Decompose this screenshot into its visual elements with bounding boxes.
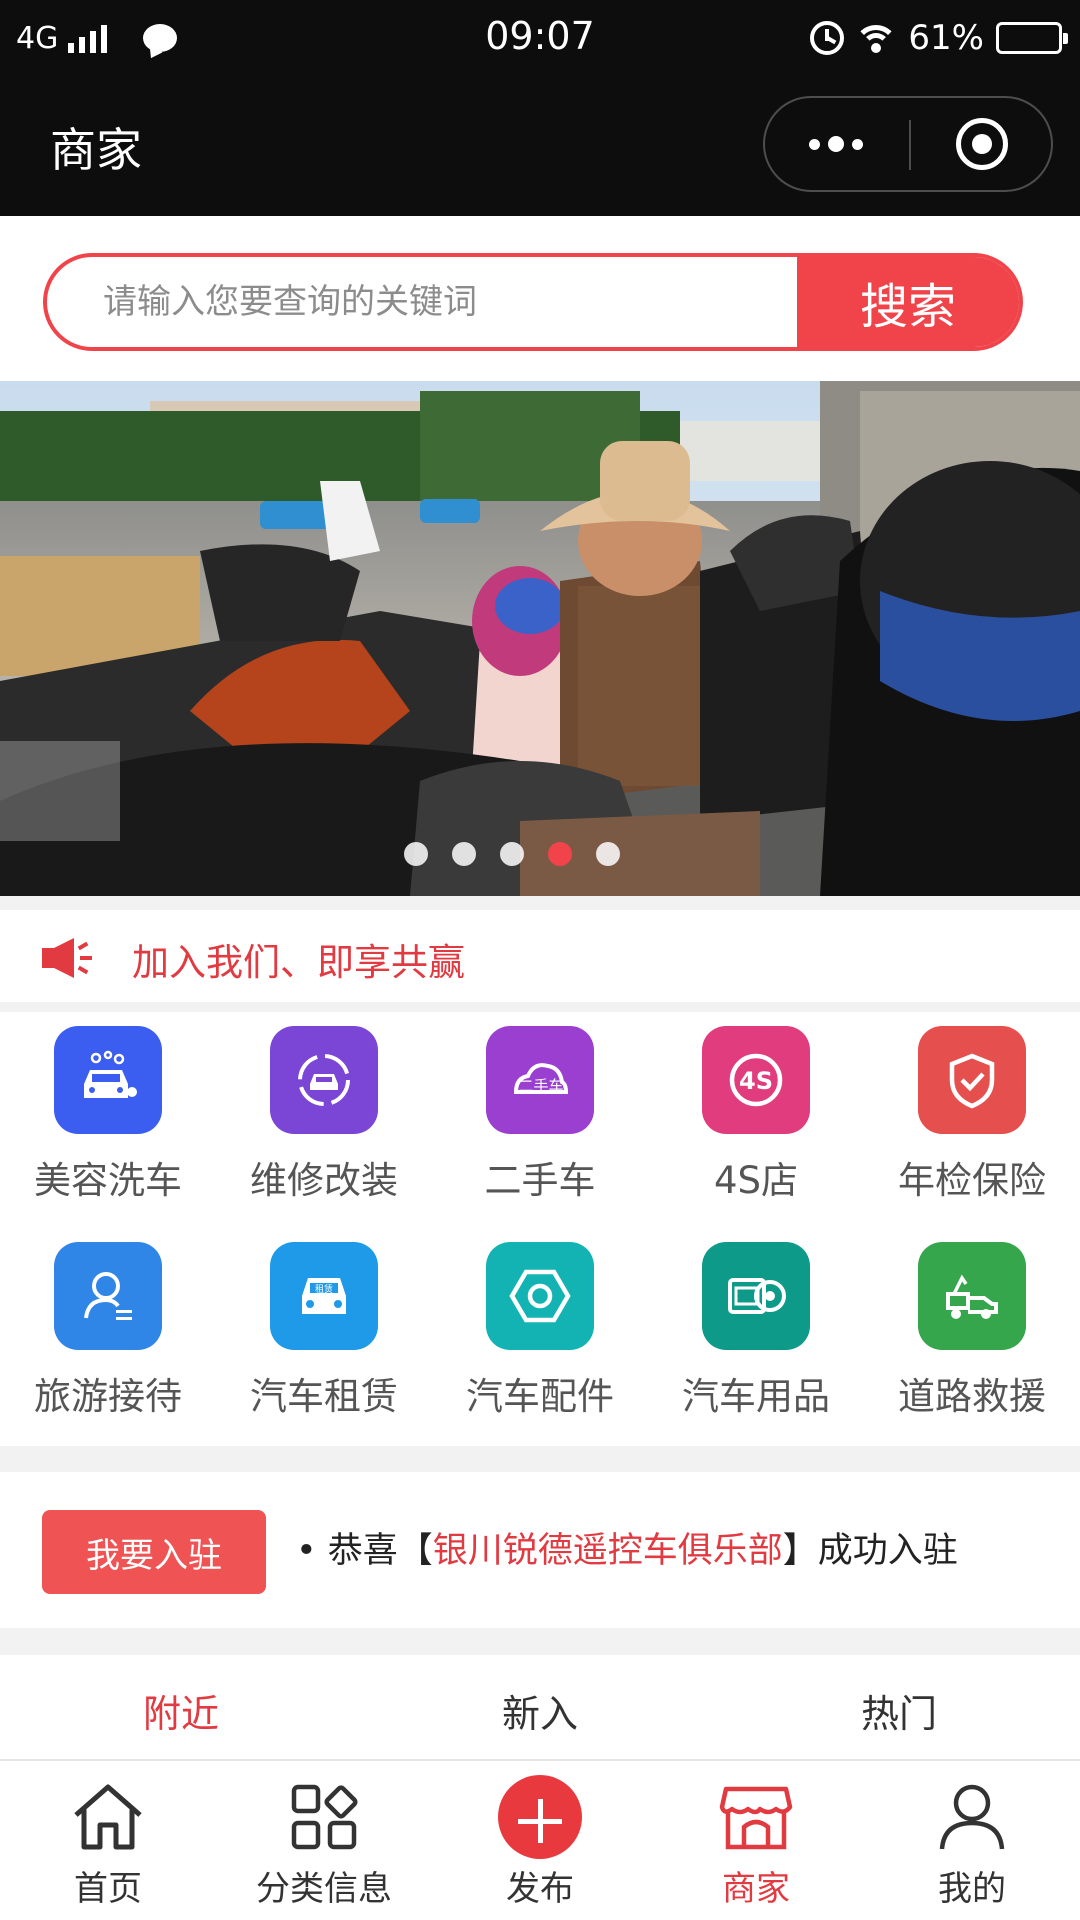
battery-percent: 61%	[908, 18, 984, 58]
category-label: 4S店	[713, 1159, 799, 1202]
bottom-tab-category[interactable]: 分类信息	[216, 1761, 432, 1920]
bottom-tab-bar: 首页 分类信息 发布 商家 我的	[0, 1759, 1080, 1920]
more-dot-icon	[828, 136, 844, 152]
megaphone-icon	[42, 938, 92, 978]
merchant-tabs: 附近 新入 热门	[0, 1655, 1080, 1759]
notice-bar[interactable]: 加入我们、即享共赢	[0, 910, 1080, 1002]
bottom-tab-label: 我的	[938, 1869, 1006, 1909]
plus-icon	[518, 1799, 562, 1843]
bottom-tab-label: 商家	[722, 1869, 790, 1909]
category-label: 旅游接待	[34, 1375, 182, 1418]
tab-popular[interactable]: 热门	[799, 1683, 999, 1738]
shield-check-icon	[918, 1026, 1026, 1134]
category-label: 道路救援	[898, 1375, 1046, 1418]
car-supplies-icon	[702, 1242, 810, 1350]
battery-icon	[996, 22, 1068, 54]
category-label: 汽车用品	[682, 1375, 830, 1418]
bottom-tab-label: 分类信息	[256, 1869, 392, 1909]
category-item[interactable]: 年检保险	[864, 1012, 1080, 1212]
category-label: 美容洗车	[34, 1159, 182, 1202]
close-miniprogram-button[interactable]	[911, 98, 1053, 190]
more-dot-icon	[809, 138, 820, 150]
category-item[interactable]: 汽车配件	[432, 1228, 648, 1428]
category-label: 二手车	[484, 1159, 596, 1202]
status-bar: 4G 09:07 61%	[0, 0, 1080, 76]
join-button[interactable]: 我要入驻	[42, 1510, 266, 1594]
car-repair-icon	[270, 1026, 378, 1134]
bottom-tab-label: 发布	[506, 1869, 574, 1909]
tab-new[interactable]: 新入	[440, 1683, 640, 1738]
category-label: 汽车配件	[466, 1375, 614, 1418]
miniprogram-capsule	[763, 96, 1053, 192]
home-icon	[74, 1784, 142, 1850]
bottom-tab-home[interactable]: 首页	[0, 1761, 216, 1920]
target-circle-icon	[956, 118, 1008, 170]
wifi-icon	[856, 21, 897, 55]
category-item[interactable]: 旅游接待	[0, 1228, 216, 1428]
announcement-prefix: • 恭喜【	[296, 1531, 433, 1571]
category-item[interactable]: 4S 4S店	[648, 1012, 864, 1212]
search-box: 搜索	[43, 253, 1023, 351]
category-item[interactable]: 美容洗车	[0, 1012, 216, 1212]
banner-carousel[interactable]	[0, 381, 1080, 896]
more-menu-button[interactable]	[765, 98, 907, 190]
announcement-suffix: 】成功入驻	[782, 1531, 958, 1571]
carousel-dot[interactable]	[452, 842, 476, 866]
category-item[interactable]: 二手车 二手车	[432, 1012, 648, 1212]
category-label: 维修改装	[250, 1159, 398, 1202]
carousel-dot[interactable]	[548, 842, 572, 866]
announcement-merchant[interactable]: 银川锐德遥控车俱乐部	[433, 1531, 783, 1571]
nav-bar: 商家	[0, 76, 1080, 216]
search-input[interactable]	[103, 257, 793, 347]
carousel-dot[interactable]	[404, 842, 428, 866]
app-screen: 4G 09:07 61% 商家 请输入您要查询的关键词 搜索 加入我们、即享共赢…	[0, 0, 1080, 1920]
category-item[interactable]: 维修改装	[216, 1012, 432, 1212]
car-rental-icon: 租赁	[270, 1242, 378, 1350]
tow-truck-icon	[918, 1242, 1026, 1350]
carousel-dot[interactable]	[500, 842, 524, 866]
category-label: 年检保险	[898, 1159, 1046, 1202]
svg-text:二手车: 二手车	[518, 1077, 563, 1095]
bottom-tab-label: 首页	[74, 1869, 142, 1909]
alarm-icon	[810, 21, 845, 55]
tour-guide-icon	[54, 1242, 162, 1350]
join-announcement: • 恭喜【银川锐德遥控车俱乐部】成功入驻	[296, 1522, 958, 1573]
join-section: 我要入驻 • 恭喜【银川锐德遥控车俱乐部】成功入驻	[0, 1472, 1080, 1628]
carousel-dot[interactable]	[596, 842, 620, 866]
hex-nut-icon	[486, 1242, 594, 1350]
tab-nearby[interactable]: 附近	[81, 1683, 281, 1738]
used-car-icon: 二手车	[486, 1026, 594, 1134]
search-button[interactable]: 搜索	[797, 257, 1019, 347]
page-title: 商家	[50, 123, 142, 177]
category-item[interactable]: 道路救援	[864, 1228, 1080, 1428]
car-wash-icon	[54, 1026, 162, 1134]
carousel-indicator	[0, 842, 1080, 866]
category-grid-icon	[291, 1784, 358, 1850]
status-right: 61%	[810, 14, 1068, 62]
4s-store-icon: 4S	[702, 1026, 810, 1134]
svg-text:租赁: 租赁	[315, 1283, 333, 1295]
category-grid: 美容洗车 维修改装 二手车 二手车 4S 4S店 年检保险 旅游接待 租赁 汽车租赁 汽车配件 汽车用…	[0, 1012, 1080, 1446]
notice-text: 加入我们、即享共赢	[132, 941, 465, 984]
category-item[interactable]: 汽车用品	[648, 1228, 864, 1428]
category-label: 汽车租赁	[250, 1375, 398, 1418]
svg-text:4S: 4S	[739, 1067, 773, 1095]
search-section: 搜索	[0, 216, 1080, 381]
store-icon	[719, 1786, 793, 1850]
bottom-tab-me[interactable]: 我的	[864, 1761, 1080, 1920]
bottom-tab-publish[interactable]: 发布	[432, 1761, 648, 1920]
bottom-tab-store[interactable]: 商家	[648, 1761, 864, 1920]
user-icon	[939, 1784, 1005, 1850]
more-dot-icon	[852, 138, 863, 150]
category-item[interactable]: 租赁 汽车租赁	[216, 1228, 432, 1428]
banner-image	[0, 381, 1080, 896]
